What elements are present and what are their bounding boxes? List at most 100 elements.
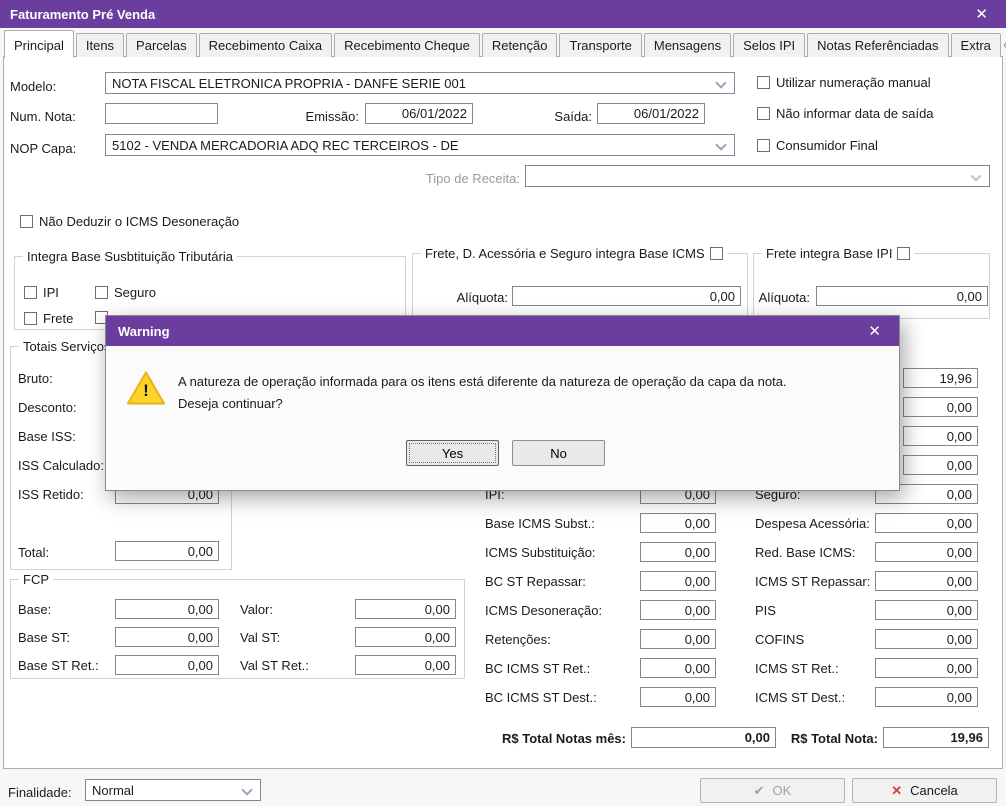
tipo-receita-label: Tipo de Receita: bbox=[425, 171, 520, 186]
icms-st-ret-label: ICMS ST Ret.: bbox=[755, 661, 839, 676]
icms-st-dest-label: ICMS ST Dest.: bbox=[755, 690, 846, 705]
group-label: Totais Serviços bbox=[23, 339, 111, 354]
fcp-val-st-ret-label: Val ST Ret.: bbox=[240, 658, 309, 673]
frete-ipi-group-title[interactable]: Frete integra Base IPI bbox=[762, 246, 915, 261]
fcp-base-st-ret-field[interactable] bbox=[115, 655, 219, 675]
tab-retencao[interactable]: Retenção bbox=[481, 33, 558, 57]
fcp-base-st-ret-label: Base ST Ret.: bbox=[18, 658, 99, 673]
tipo-receita-combo[interactable] bbox=[525, 165, 990, 187]
icms-st-ret-field[interactable] bbox=[875, 658, 978, 678]
tab-label: Recebimento Caixa bbox=[208, 38, 323, 53]
despesa-acessoria-field[interactable] bbox=[875, 513, 978, 533]
chevron-down-icon bbox=[970, 170, 982, 182]
checkbox-box-icon[interactable] bbox=[709, 247, 723, 260]
tab-recebimento-caixa[interactable]: Recebimento Caixa bbox=[198, 33, 333, 57]
fcp-base-field[interactable] bbox=[115, 599, 219, 619]
retencoes-field[interactable] bbox=[640, 629, 716, 649]
aliquota-ipi-field[interactable] bbox=[816, 286, 988, 306]
base-icms-subst-field[interactable] bbox=[640, 513, 716, 533]
fcp-base-st-label: Base ST: bbox=[18, 630, 71, 645]
yes-button[interactable]: Yes bbox=[406, 440, 499, 466]
total-servicos-field[interactable] bbox=[115, 541, 219, 561]
warning-icon: ! bbox=[126, 370, 166, 406]
fcp-val-st-field[interactable] bbox=[355, 627, 456, 647]
fcp-group-title: FCP bbox=[19, 572, 53, 587]
icms-st-repassar-field[interactable] bbox=[875, 571, 978, 591]
fcp-base-st-field[interactable] bbox=[115, 627, 219, 647]
retencoes-label: Retenções: bbox=[485, 632, 551, 647]
tab-transporte[interactable]: Transporte bbox=[559, 33, 642, 57]
nop-capa-combo[interactable]: 5102 - VENDA MERCADORIA ADQ REC TERCEIRO… bbox=[105, 134, 735, 156]
total-nota-field[interactable] bbox=[883, 727, 989, 748]
checkbox-label: Consumidor Final bbox=[776, 138, 878, 153]
nao-deduzir-icms-checkbox[interactable]: Não Deduzir o ICMS Desoneração bbox=[20, 214, 239, 229]
fcp-base-label: Base: bbox=[18, 602, 52, 617]
frete-icms-group-title[interactable]: Frete, D. Acessória e Seguro integra Bas… bbox=[421, 246, 727, 261]
tab-selos-ipi[interactable]: Selos IPI bbox=[733, 33, 806, 57]
icms-st-dest-field[interactable] bbox=[875, 687, 978, 707]
ok-button[interactable]: ✔ OK bbox=[700, 778, 845, 803]
total-produtos-field-2[interactable] bbox=[903, 397, 978, 417]
integra-seguro-checkbox[interactable]: Seguro bbox=[95, 285, 156, 300]
close-icon[interactable]: ✕ bbox=[862, 322, 887, 340]
pis-label: PIS bbox=[755, 603, 776, 618]
no-button[interactable]: No bbox=[512, 440, 605, 466]
despesa-acessoria-label: Despesa Acessória: bbox=[755, 516, 870, 531]
consumidor-final-checkbox[interactable]: Consumidor Final bbox=[757, 138, 878, 153]
tab-principal[interactable]: Principal bbox=[4, 30, 74, 58]
bc-st-repassar-field[interactable] bbox=[640, 571, 716, 591]
total-produtos-field-1[interactable] bbox=[903, 368, 978, 388]
icms-desoneracao-label: ICMS Desoneração: bbox=[485, 603, 603, 618]
faturamento-window: Faturamento Pré Venda ✕ Principal Itens … bbox=[0, 0, 1006, 806]
modelo-label: Modelo: bbox=[10, 79, 57, 94]
tab-label: Extra bbox=[960, 38, 991, 53]
finalidade-label: Finalidade: bbox=[8, 785, 72, 800]
tab-notas-referenciadas[interactable]: Notas Referênciadas bbox=[807, 33, 949, 57]
nao-informar-data-saida-checkbox[interactable]: Não informar data de saída bbox=[757, 106, 934, 121]
tab-label: Principal bbox=[14, 38, 64, 53]
finalidade-combo[interactable]: Normal bbox=[85, 779, 261, 801]
pis-field[interactable] bbox=[875, 600, 978, 620]
fcp-val-st-ret-field[interactable] bbox=[355, 655, 456, 675]
modelo-combo[interactable]: NOTA FISCAL ELETRONICA PROPRIA - DANFE S… bbox=[105, 72, 735, 94]
total-notas-mes-field[interactable] bbox=[631, 727, 776, 748]
cofins-field[interactable] bbox=[875, 629, 978, 649]
bc-icms-st-ret-field[interactable] bbox=[640, 658, 716, 678]
nop-capa-label: NOP Capa: bbox=[10, 141, 77, 156]
total-notas-mes-label: R$ Total Notas mês: bbox=[501, 731, 626, 746]
tab-mensagens[interactable]: Mensagens bbox=[643, 33, 732, 57]
checkbox-box-icon bbox=[95, 286, 108, 299]
total-produtos-field-3[interactable] bbox=[903, 426, 978, 446]
nop-capa-combo-value: 5102 - VENDA MERCADORIA ADQ REC TERCEIRO… bbox=[112, 137, 459, 153]
red-base-icms-field[interactable] bbox=[875, 542, 978, 562]
base-icms-subst-label: Base ICMS Subst.: bbox=[485, 516, 595, 531]
cancela-button[interactable]: ✕ Cancela bbox=[852, 778, 997, 803]
icms-substituicao-field[interactable] bbox=[640, 542, 716, 562]
tab-parcelas[interactable]: Parcelas bbox=[126, 33, 197, 57]
checkbox-box-icon[interactable] bbox=[897, 247, 911, 260]
total-produtos-field-4[interactable] bbox=[903, 455, 978, 475]
bc-icms-st-dest-field[interactable] bbox=[640, 687, 716, 707]
bc-st-repassar-label: BC ST Repassar: bbox=[485, 574, 586, 589]
aliquota-icms-field[interactable] bbox=[512, 286, 741, 306]
tab-itens[interactable]: Itens bbox=[75, 33, 125, 57]
fcp-valor-field[interactable] bbox=[355, 599, 456, 619]
tab-recebimento-cheque[interactable]: Recebimento Cheque bbox=[334, 33, 480, 57]
icms-substituicao-label: ICMS Substituição: bbox=[485, 545, 596, 560]
emissao-field[interactable] bbox=[365, 103, 473, 124]
num-nota-field[interactable] bbox=[105, 103, 218, 124]
aliquota-ipi-label: Alíquota: bbox=[758, 290, 810, 305]
integra-frete-checkbox[interactable]: Frete bbox=[24, 311, 73, 326]
checkbox-label: Não Deduzir o ICMS Desoneração bbox=[39, 214, 240, 229]
window-title: Faturamento Pré Venda bbox=[10, 6, 156, 22]
close-icon[interactable]: ✕ bbox=[967, 5, 996, 23]
bc-icms-st-dest-label: BC ICMS ST Dest.: bbox=[485, 690, 597, 705]
utilizar-numeracao-manual-checkbox[interactable]: Utilizar numeração manual bbox=[757, 75, 931, 90]
saida-field[interactable] bbox=[597, 103, 705, 124]
group-label: Integra Base Susbtituição Tributária bbox=[27, 249, 233, 264]
icms-desoneracao-field[interactable] bbox=[640, 600, 716, 620]
iss-calculado-label: ISS Calculado: bbox=[18, 458, 104, 473]
integra-ipi-checkbox[interactable]: IPI bbox=[24, 285, 59, 300]
cofins-label: COFINS bbox=[755, 632, 805, 647]
tab-extra[interactable]: Extra bbox=[950, 33, 1001, 57]
